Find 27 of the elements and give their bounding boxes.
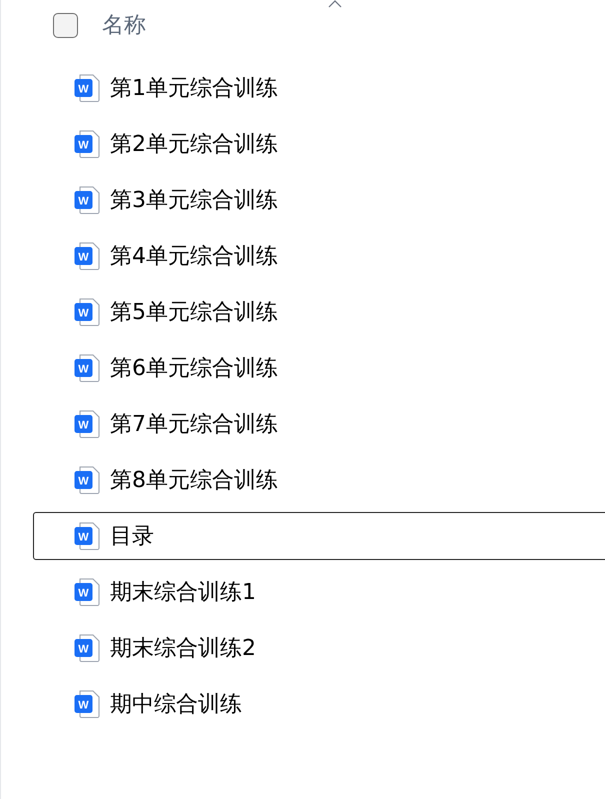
- file-name: 第7单元综合训练: [110, 410, 278, 438]
- file-name: 第4单元综合训练: [110, 242, 278, 270]
- file-row[interactable]: W 第7单元综合训练: [33, 400, 605, 448]
- file-name: 第5单元综合训练: [110, 298, 278, 326]
- sort-caret-icon[interactable]: [328, 0, 342, 8]
- name-column-header[interactable]: 名称: [102, 8, 146, 42]
- file-row[interactable]: W 期末综合训练1: [33, 568, 605, 616]
- file-name: 第3单元综合训练: [110, 186, 278, 214]
- file-row[interactable]: W 第2单元综合训练: [33, 120, 605, 168]
- file-row[interactable]: W 第5单元综合训练: [33, 288, 605, 336]
- file-row[interactable]: W 第4单元综合训练: [33, 232, 605, 280]
- file-name: 第1单元综合训练: [110, 74, 278, 102]
- file-row[interactable]: W 目录: [33, 512, 605, 560]
- file-row[interactable]: W 第1单元综合训练: [33, 64, 605, 112]
- file-name: 期末综合训练1: [110, 578, 256, 606]
- select-all-checkbox[interactable]: [53, 12, 78, 38]
- file-name: 期中综合训练: [110, 690, 242, 718]
- file-row[interactable]: W 第8单元综合训练: [33, 456, 605, 504]
- file-name: 目录: [110, 522, 154, 550]
- file-row[interactable]: W 期中综合训练: [33, 680, 605, 728]
- file-name: 第8单元综合训练: [110, 466, 278, 494]
- file-row[interactable]: W 第3单元综合训练: [33, 176, 605, 224]
- file-name: 第6单元综合训练: [110, 354, 278, 382]
- file-name: 第2单元综合训练: [110, 130, 278, 158]
- file-name: 期末综合训练2: [110, 634, 256, 662]
- file-row[interactable]: W 第6单元综合训练: [33, 344, 605, 392]
- file-row[interactable]: W 期末综合训练2: [33, 624, 605, 672]
